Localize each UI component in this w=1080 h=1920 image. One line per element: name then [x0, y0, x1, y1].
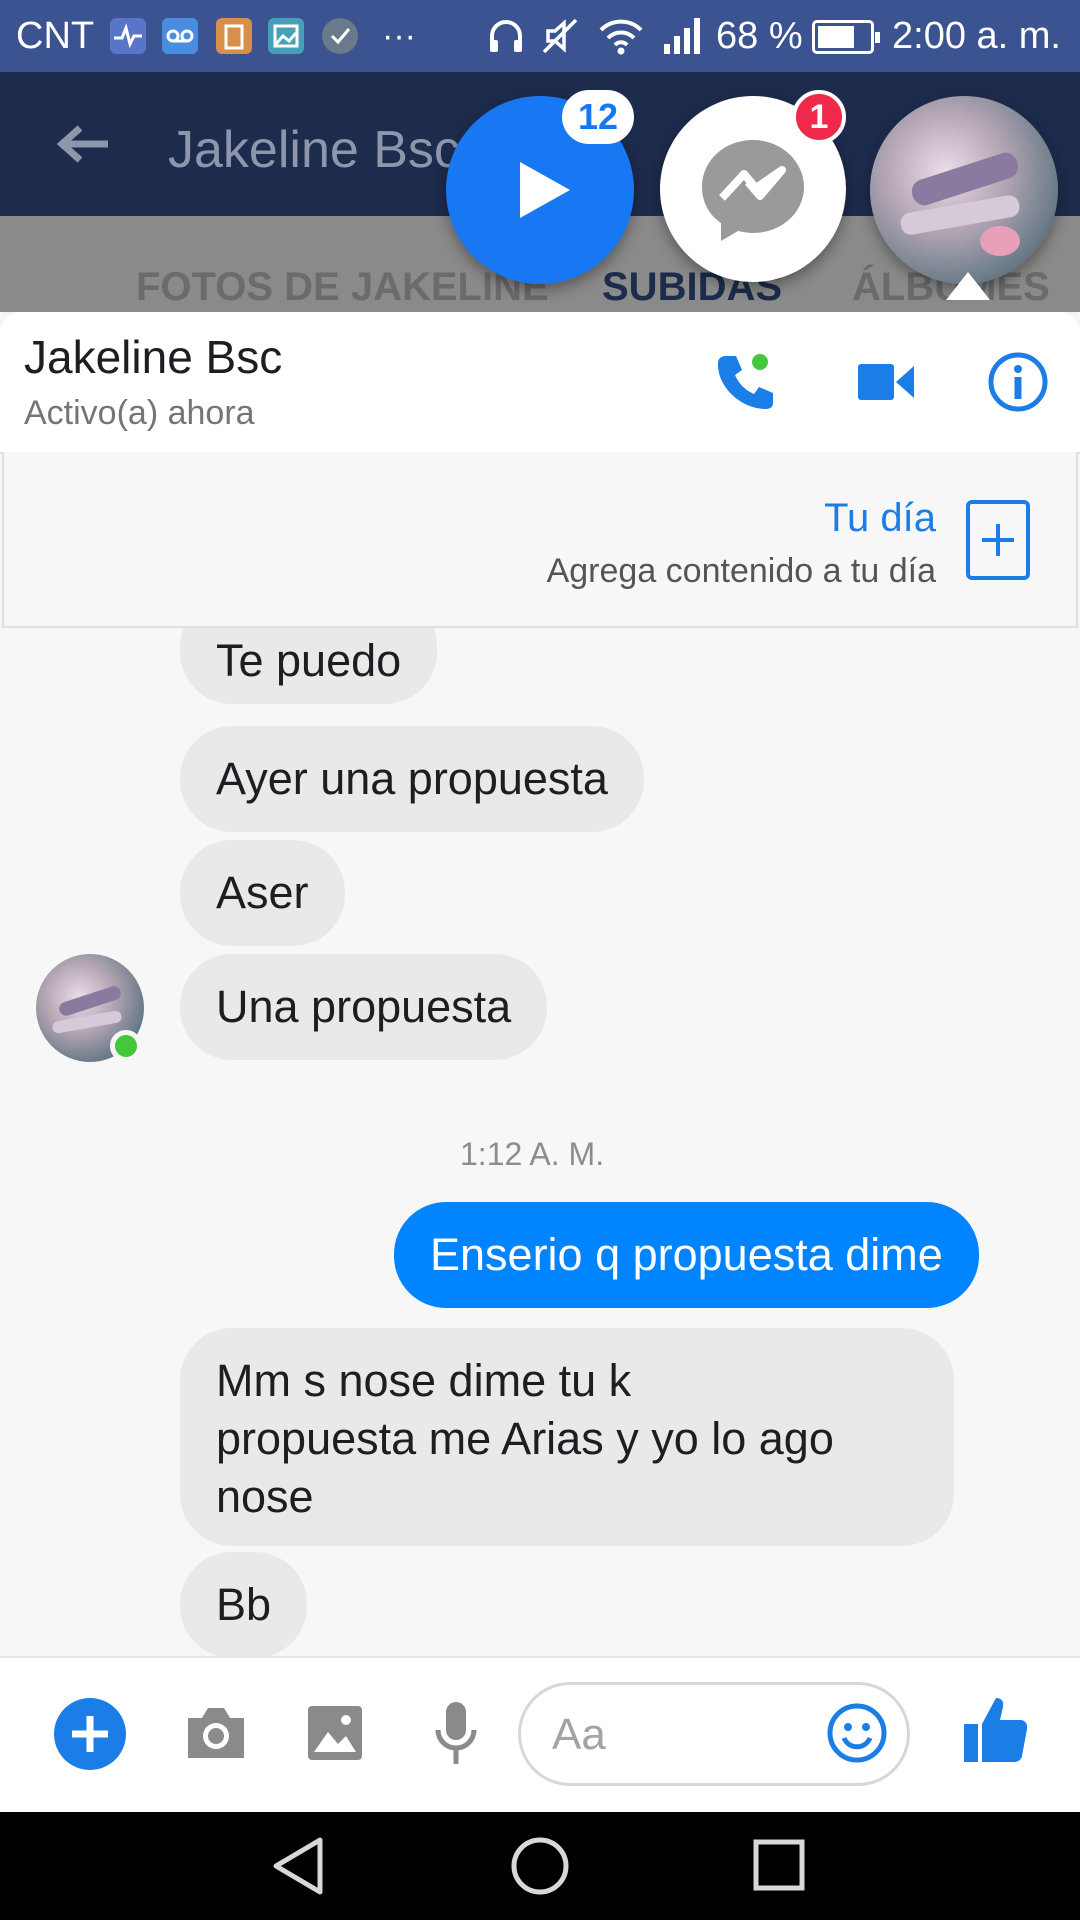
- task-app-icon: [322, 18, 358, 54]
- overflow-dots: ···: [382, 17, 416, 55]
- status-bar: CNT ··· 68 % 2:00 a. m.: [0, 0, 1080, 72]
- message-line: propuesta me Arias y yo lo ago: [216, 1413, 834, 1464]
- contact-status: Activo(a) ahora: [24, 394, 255, 432]
- plus-icon: [982, 524, 1014, 556]
- message-bubble-incoming[interactable]: Una propuesta: [180, 954, 548, 1060]
- battery-percent: 68 %: [716, 15, 803, 57]
- info-icon[interactable]: [986, 350, 1050, 419]
- add-to-day-button[interactable]: [966, 500, 1030, 580]
- message-input-placeholder: Aa: [552, 1710, 606, 1759]
- message-bubble-incoming[interactable]: Bb: [180, 1552, 308, 1656]
- wifi-icon: [598, 14, 644, 63]
- thumbs-up-icon[interactable]: [962, 1694, 1028, 1771]
- message-list[interactable]: Te puedo Ayer una propuesta Aser Una pro…: [0, 628, 1080, 1656]
- contact-name[interactable]: Jakeline Bsc: [24, 330, 282, 384]
- emoji-icon[interactable]: [826, 1702, 888, 1769]
- your-day-title[interactable]: Tu día: [824, 496, 936, 541]
- message-bubble-incoming[interactable]: Aser: [180, 840, 345, 946]
- camera-icon[interactable]: [184, 1702, 248, 1767]
- contact-chat-head[interactable]: [870, 96, 1058, 284]
- signal-icon: [662, 16, 708, 61]
- microphone-icon[interactable]: [434, 1700, 478, 1771]
- headphones-icon: [486, 16, 526, 61]
- message-timestamp: 1:12 A. M.: [460, 1136, 605, 1172]
- play-icon: [520, 162, 570, 218]
- voicemail-icon: [162, 18, 198, 54]
- video-camera-icon[interactable]: [858, 358, 914, 411]
- message-bubble-incoming[interactable]: Te puedo: [180, 628, 438, 704]
- message-line: Mm s nose dime tu k: [216, 1355, 632, 1406]
- background-page-title: Jakeline Bsc: [168, 121, 460, 179]
- messenger-icon: [702, 140, 804, 241]
- gallery-app-icon: [268, 18, 304, 54]
- nav-back-icon[interactable]: [270, 1836, 326, 1901]
- chat-head-pointer: [946, 272, 990, 300]
- message-bubble-outgoing[interactable]: Enserio q propuesta dime: [394, 1202, 979, 1308]
- battery-icon: [812, 20, 880, 54]
- message-bubble-incoming-multiline[interactable]: Mm s nose dime tu k propuesta me Arias y…: [180, 1328, 954, 1546]
- health-app-icon: [110, 18, 146, 54]
- clock: 2:00 a. m.: [892, 15, 1061, 57]
- phone-icon[interactable]: [712, 350, 776, 419]
- online-indicator: [110, 1030, 142, 1062]
- message-line: nose: [216, 1471, 314, 1522]
- messenger-badge: 1: [792, 90, 846, 144]
- plus-icon[interactable]: [54, 1698, 126, 1770]
- video-badge: 12: [562, 90, 634, 144]
- tab-photos-of[interactable]: FOTOS DE JAKELINE: [136, 265, 549, 310]
- your-day-subtitle: Agrega contenido a tu día: [546, 552, 936, 590]
- clipboard-app-icon: [216, 18, 252, 54]
- mute-icon: [540, 16, 580, 61]
- nav-home-icon[interactable]: [510, 1836, 570, 1901]
- message-bubble-incoming[interactable]: Ayer una propuesta: [180, 726, 644, 832]
- back-arrow-icon[interactable]: [56, 124, 112, 169]
- carrier-label: CNT: [16, 15, 95, 57]
- nav-recents-icon[interactable]: [752, 1838, 806, 1897]
- gallery-icon[interactable]: [306, 1704, 364, 1767]
